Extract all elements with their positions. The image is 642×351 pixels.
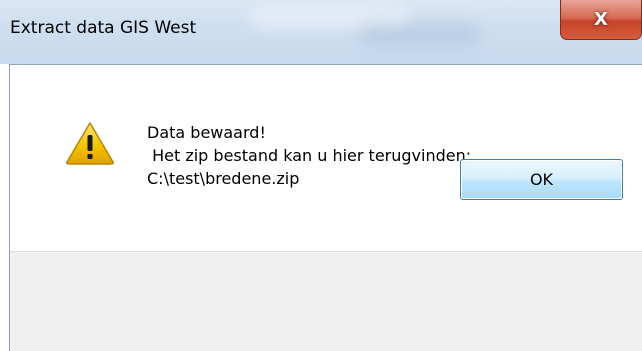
dialog-client-area: Data bewaard! Het zip bestand kan u hier… xyxy=(9,64,642,351)
message-line-1: Data bewaard! xyxy=(147,123,266,142)
title-bar[interactable]: Extract data GIS West X xyxy=(0,0,642,64)
warning-icon xyxy=(66,122,114,165)
close-button[interactable]: X xyxy=(560,0,642,40)
window-title: Extract data GIS West xyxy=(10,18,197,38)
message-dialog-window: Extract data GIS West X Data bewaard! He xyxy=(0,0,642,351)
message-line-3: C:\test\bredene.zip xyxy=(147,169,300,188)
ok-button[interactable]: OK xyxy=(460,159,623,200)
message-area: Data bewaard! Het zip bestand kan u hier… xyxy=(10,65,642,251)
dialog-message: Data bewaard! Het zip bestand kan u hier… xyxy=(147,121,471,190)
title-bar-glass-blur xyxy=(360,24,480,44)
button-bar xyxy=(10,251,642,351)
message-line-2: Het zip bestand kan u hier terugvinden: xyxy=(147,146,472,165)
